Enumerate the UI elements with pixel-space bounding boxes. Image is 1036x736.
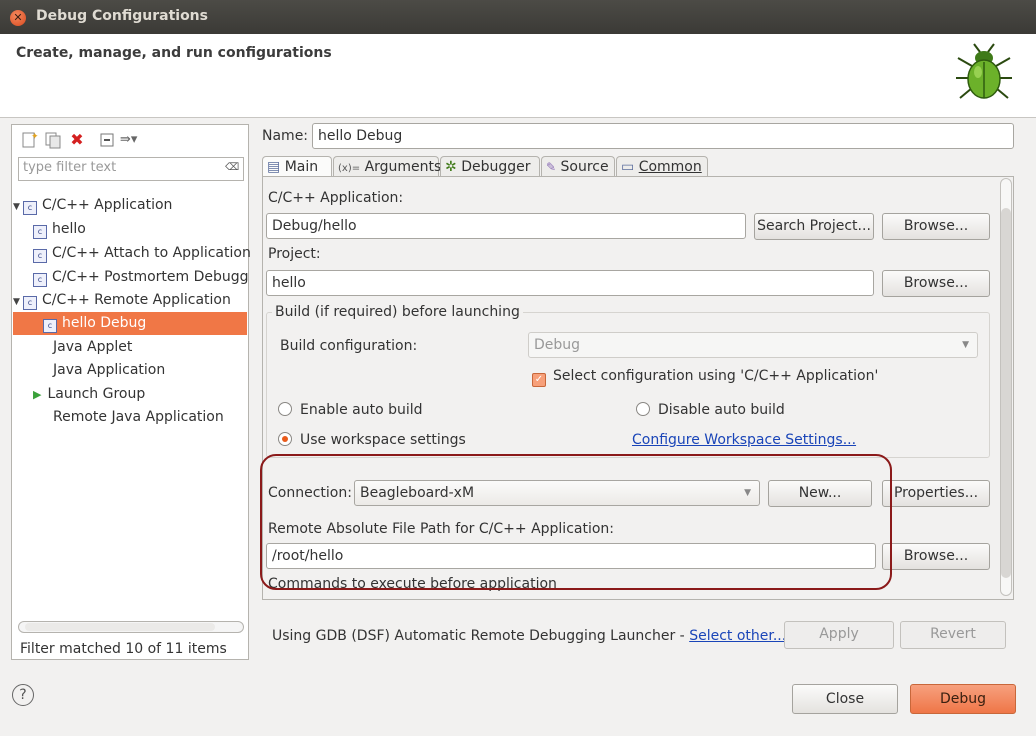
scrollbar-thumb[interactable] xyxy=(1001,208,1011,578)
select-other-link[interactable]: Select other... xyxy=(689,628,786,644)
checkbox-checked-icon: ✓ xyxy=(532,373,546,387)
window-title: Debug Configurations xyxy=(36,8,208,24)
clear-filter-icon[interactable]: ⌫ xyxy=(225,161,239,175)
tree-item-remote-java-application[interactable]: Remote Java Application xyxy=(13,406,247,429)
radio-off-icon xyxy=(636,402,650,416)
tab-debugger[interactable]: ✲ Debugger xyxy=(440,156,540,178)
cpp-application-label: C/C++ Application: xyxy=(268,190,404,206)
tab-common[interactable]: ▭ Common xyxy=(616,156,708,178)
help-icon[interactable]: ? xyxy=(12,684,34,706)
bug-icon xyxy=(956,43,1012,99)
build-configuration-label: Build configuration: xyxy=(280,338,418,354)
name-input[interactable]: hello Debug xyxy=(312,123,1014,149)
cpp-config-icon: c xyxy=(33,225,47,239)
tree-item-cpp-application[interactable]: ▼ c C/C++ Application xyxy=(13,194,247,217)
configuration-tree-panel: ✦ ✖ ⇛▾ type filter text ⌫ ▼ c C/C++ Applic… xyxy=(11,124,251,660)
delete-icon[interactable]: ✖ xyxy=(66,129,88,151)
close-button[interactable]: Close xyxy=(792,684,898,714)
launcher-info: Using GDB (DSF) Automatic Remote Debuggi… xyxy=(272,628,787,644)
annotation-highlight-ring xyxy=(260,454,892,590)
arguments-icon: (x)= xyxy=(338,163,361,174)
header-title: Create, manage, and run configurations xyxy=(16,45,332,61)
radio-off-icon xyxy=(278,402,292,416)
tree-item-hello-debug[interactable]: c hello Debug xyxy=(13,312,247,335)
build-configuration-value: Debug xyxy=(534,337,581,353)
build-group-title: Build (if required) before launching xyxy=(272,304,523,320)
tree-horizontal-scrollbar[interactable] xyxy=(18,621,244,633)
launch-group-icon: ▶ xyxy=(33,388,42,401)
main-tab-icon: ▤ xyxy=(267,159,281,175)
build-configuration-select[interactable]: Debug ▼ xyxy=(528,332,978,358)
select-config-checkbox[interactable]: ✓ Select configuration using 'C/C++ Appli… xyxy=(532,368,878,387)
svg-text:✦: ✦ xyxy=(31,132,39,142)
tab-source[interactable]: ✎ Source xyxy=(541,156,615,178)
cpp-config-icon: c xyxy=(23,296,37,310)
browse-application-button[interactable]: Browse... xyxy=(882,213,990,240)
cpp-config-icon: c xyxy=(33,249,47,263)
dialog-body: ✦ ✖ ⇛▾ type filter text ⌫ ▼ c C/C++ Applic… xyxy=(0,118,1036,736)
tab-arguments[interactable]: (x)= Arguments xyxy=(333,156,441,178)
disable-auto-build-radio[interactable]: Disable auto build xyxy=(636,402,785,418)
tree-item-cpp-attach[interactable]: c C/C++ Attach to Application xyxy=(13,242,251,265)
cpp-application-input[interactable]: Debug/hello xyxy=(266,213,746,239)
project-label: Project: xyxy=(268,246,321,262)
cpp-config-icon: c xyxy=(23,201,37,215)
tree-item-java-application[interactable]: Java Application xyxy=(13,359,247,382)
tab-main[interactable]: ▤ Main xyxy=(262,156,332,178)
common-icon: ▭ xyxy=(621,159,635,175)
search-project-button[interactable]: Search Project... xyxy=(754,213,874,240)
duplicate-icon[interactable] xyxy=(42,129,64,151)
debugger-icon: ✲ xyxy=(445,159,457,175)
filter-icon[interactable]: ⇛▾ xyxy=(120,129,150,151)
filter-status: Filter matched 10 of 11 items xyxy=(20,641,227,657)
title-bar: ✕ Debug Configurations xyxy=(0,0,1036,34)
source-icon: ✎ xyxy=(546,160,557,174)
configure-workspace-link[interactable]: Configure Workspace Settings... xyxy=(632,432,856,448)
tree-item-java-applet[interactable]: Java Applet xyxy=(13,336,247,359)
dropdown-arrow-icon: ▼ xyxy=(962,340,969,350)
new-configuration-icon[interactable]: ✦ xyxy=(18,129,40,151)
expand-triangle-icon[interactable]: ▼ xyxy=(13,291,23,314)
close-window-button[interactable]: ✕ xyxy=(10,10,26,26)
project-input[interactable]: hello xyxy=(266,270,874,296)
enable-auto-build-radio[interactable]: Enable auto build xyxy=(278,402,423,418)
name-label: Name: xyxy=(262,128,309,144)
revert-button[interactable]: Revert xyxy=(900,621,1006,649)
expand-triangle-icon[interactable]: ▼ xyxy=(13,196,23,219)
apply-button[interactable]: Apply xyxy=(784,621,894,649)
cpp-config-icon: c xyxy=(33,273,47,287)
browse-remote-path-button[interactable]: Browse... xyxy=(882,543,990,570)
tree-item-cpp-remote-application[interactable]: ▼ c C/C++ Remote Application xyxy=(13,289,247,312)
filter-placeholder: type filter text xyxy=(23,160,117,175)
cpp-config-icon: c xyxy=(43,319,57,333)
tree-item-hello[interactable]: c hello xyxy=(13,218,247,241)
tree-item-cpp-postmortem[interactable]: c C/C++ Postmortem Debugg xyxy=(13,266,249,289)
collapse-all-icon[interactable] xyxy=(96,129,118,151)
connection-properties-button[interactable]: Properties... xyxy=(882,480,990,507)
use-workspace-settings-radio[interactable]: Use workspace settings xyxy=(278,432,466,448)
radio-on-icon xyxy=(278,432,292,446)
dialog-header: Create, manage, and run configurations xyxy=(0,34,1036,118)
tree-item-launch-group[interactable]: ▶ Launch Group xyxy=(13,383,247,406)
filter-input[interactable]: type filter text ⌫ xyxy=(18,157,244,181)
debug-button[interactable]: Debug xyxy=(910,684,1016,714)
browse-project-button[interactable]: Browse... xyxy=(882,270,990,297)
